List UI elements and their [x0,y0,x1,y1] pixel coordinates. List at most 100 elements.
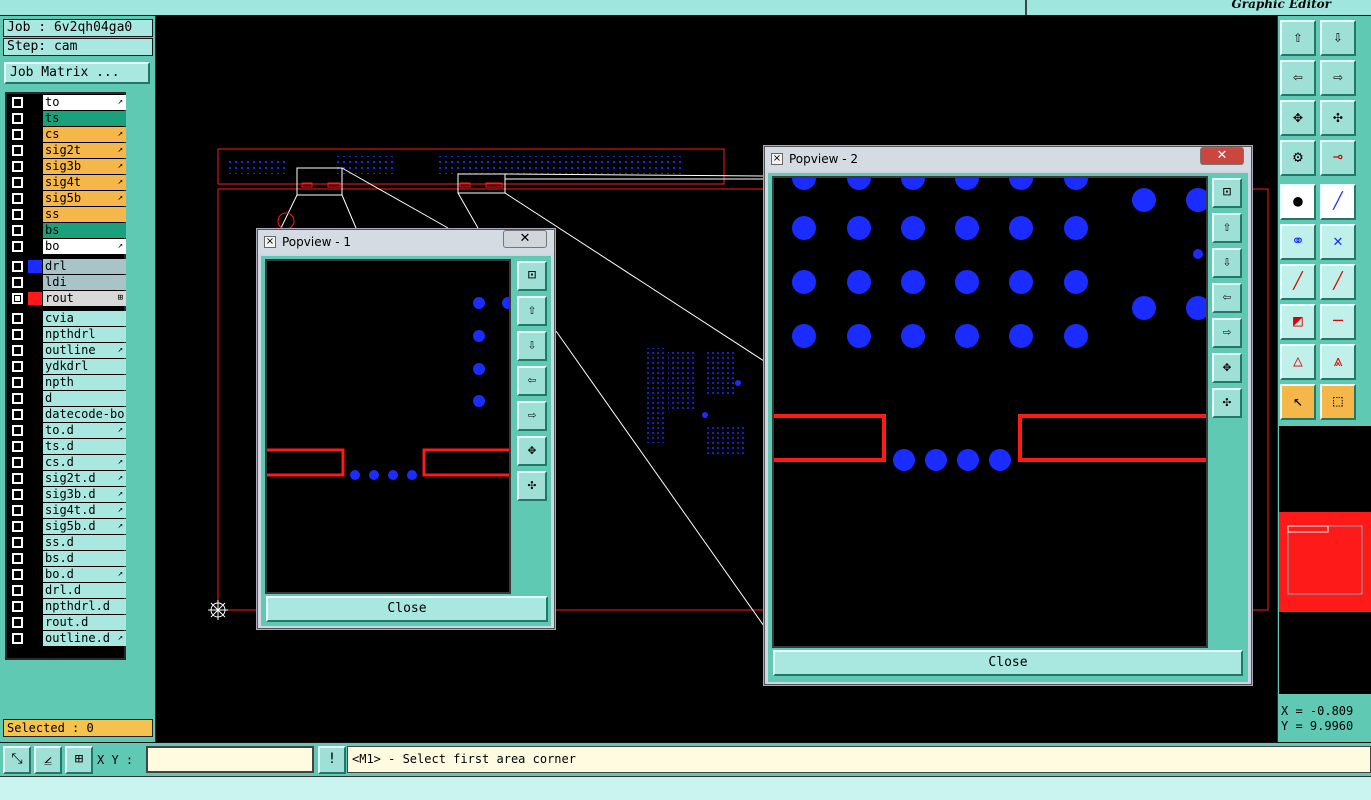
xy-input[interactable] [146,746,314,773]
pan-left-icon[interactable]: ⇦ [1280,60,1316,96]
pan-down-icon[interactable]: ⇩ [1212,248,1242,278]
popview-2-close-x-button[interactable]: ✕ [1200,147,1244,165]
layer-checkbox[interactable] [12,97,23,108]
layer-row[interactable]: outline ↗ [8,343,126,358]
layer-color-swatch[interactable] [28,240,42,253]
layer-name[interactable]: ts.d [43,439,126,454]
popview-1-view[interactable] [265,259,511,594]
layer-name[interactable]: drl [43,259,126,274]
zoom-window-icon[interactable]: ⊡ [1212,178,1242,208]
layer-row[interactable]: d [8,391,126,406]
layer-color-swatch[interactable] [28,328,42,341]
layer-row[interactable]: ts [8,111,126,126]
layer-row[interactable]: rout ⊞ [8,291,126,306]
layer-row[interactable]: datecode-bo [8,407,126,422]
layer-name[interactable]: ydkdrl [43,359,126,374]
layer-name[interactable]: sig2t.d [43,471,126,486]
layer-color-swatch[interactable] [28,292,42,305]
popview-2-view[interactable] [772,176,1208,648]
layer-row[interactable]: npthdrl [8,327,126,342]
layer-checkbox[interactable] [12,241,23,252]
layer-checkbox[interactable] [12,329,23,340]
layer-checkbox[interactable] [12,601,23,612]
layer-row[interactable]: cs ↗ [8,127,126,142]
layer-checkbox[interactable] [12,425,23,436]
layer-color-swatch[interactable] [28,424,42,437]
layer-color-swatch[interactable] [28,224,42,237]
layer-checkbox[interactable] [12,209,23,220]
layer-checkbox[interactable] [12,409,23,420]
layer-name[interactable]: npthdrl [43,327,126,342]
layer-color-swatch[interactable] [28,376,42,389]
layer-name[interactable]: sig5b.d [43,519,126,534]
layer-color-swatch[interactable] [28,276,42,289]
layer-row[interactable]: bs.d [8,551,126,566]
layer-checkbox[interactable] [12,489,23,500]
cross-icon[interactable]: ✕ [1320,224,1356,260]
layer-row[interactable]: bo.d ↗ [8,567,126,582]
zoom-area-icon[interactable]: ⤡ [3,746,31,774]
layer-row[interactable]: drl.d [8,583,126,598]
triangle-icon[interactable]: △ [1280,344,1316,380]
pan-right-icon[interactable]: ⇨ [1320,60,1356,96]
layer-color-swatch[interactable] [28,408,42,421]
zoom-home-icon[interactable]: ✣ [1212,388,1242,418]
layer-name[interactable]: drl.d [43,583,126,598]
layer-name[interactable]: bs.d [43,551,126,566]
layer-row[interactable]: to.d ↗ [8,423,126,438]
layer-row[interactable]: bs [8,223,126,238]
pan-up-icon[interactable]: ⇧ [1212,213,1242,243]
layer-checkbox[interactable] [12,521,23,532]
pad-icon[interactable]: ● [1280,184,1316,220]
layer-name[interactable]: outline.d [43,631,126,646]
layer-row[interactable]: ldi [8,275,126,290]
layer-name[interactable]: cs.d [43,455,126,470]
layer-checkbox[interactable] [12,553,23,564]
layer-color-swatch[interactable] [28,504,42,517]
layer-color-swatch[interactable] [28,472,42,485]
draw-line-icon[interactable]: ╱ [1280,264,1316,300]
layer-color-swatch[interactable] [28,176,42,189]
layer-checkbox[interactable] [12,345,23,356]
layer-name[interactable]: bs [43,223,126,238]
layer-checkbox[interactable] [12,293,23,304]
zoom-home-icon[interactable]: ✣ [517,471,547,501]
layer-checkbox[interactable] [12,393,23,404]
zoom-home-icon[interactable]: ✣ [1320,100,1356,136]
layer-color-swatch[interactable] [28,344,42,357]
zoom-down-icon[interactable]: ⇩ [1320,20,1356,56]
layer-name[interactable]: sig4t.d [43,503,126,518]
layer-row[interactable]: ydkdrl [8,359,126,374]
layer-checkbox[interactable] [12,457,23,468]
zoom-fit-icon[interactable]: ✥ [517,436,547,466]
layer-checkbox[interactable] [12,225,23,236]
zoom-window-icon[interactable]: ⊡ [517,261,547,291]
popview-2-titlebar[interactable]: × Popview - 2 [765,147,1251,171]
segment-icon[interactable]: ─ [1320,304,1356,340]
layer-checkbox[interactable] [12,569,23,580]
measure-icon[interactable]: ⚙ [1280,140,1316,176]
layer-checkbox[interactable] [12,505,23,516]
popview-1-close-button[interactable]: Close [266,596,548,622]
layer-name[interactable]: datecode-bo [43,407,126,422]
layer-name[interactable]: sig2t [43,143,126,158]
layer-checkbox[interactable] [12,261,23,272]
layer-color-swatch[interactable] [28,568,42,581]
layer-name[interactable]: npth [43,375,126,390]
zoom-fit-icon[interactable]: ✥ [1212,353,1242,383]
pan-up-icon[interactable]: ⇧ [517,296,547,326]
layer-checkbox[interactable] [12,377,23,388]
pan-right-icon[interactable]: ⇨ [1212,318,1242,348]
layer-checkbox[interactable] [12,361,23,372]
line-icon[interactable]: ╱ [1320,184,1356,220]
pan-down-icon[interactable]: ⇩ [517,331,547,361]
layer-name[interactable]: bo [43,239,126,254]
layer-color-swatch[interactable] [28,208,42,221]
layer-color-swatch[interactable] [28,456,42,469]
mini-map[interactable] [1279,426,1371,694]
popview-2-close-button[interactable]: Close [773,650,1243,676]
layer-color-swatch[interactable] [28,520,42,533]
layer-color-swatch[interactable] [28,96,42,109]
layer-color-swatch[interactable] [28,600,42,613]
layer-row[interactable]: npth [8,375,126,390]
